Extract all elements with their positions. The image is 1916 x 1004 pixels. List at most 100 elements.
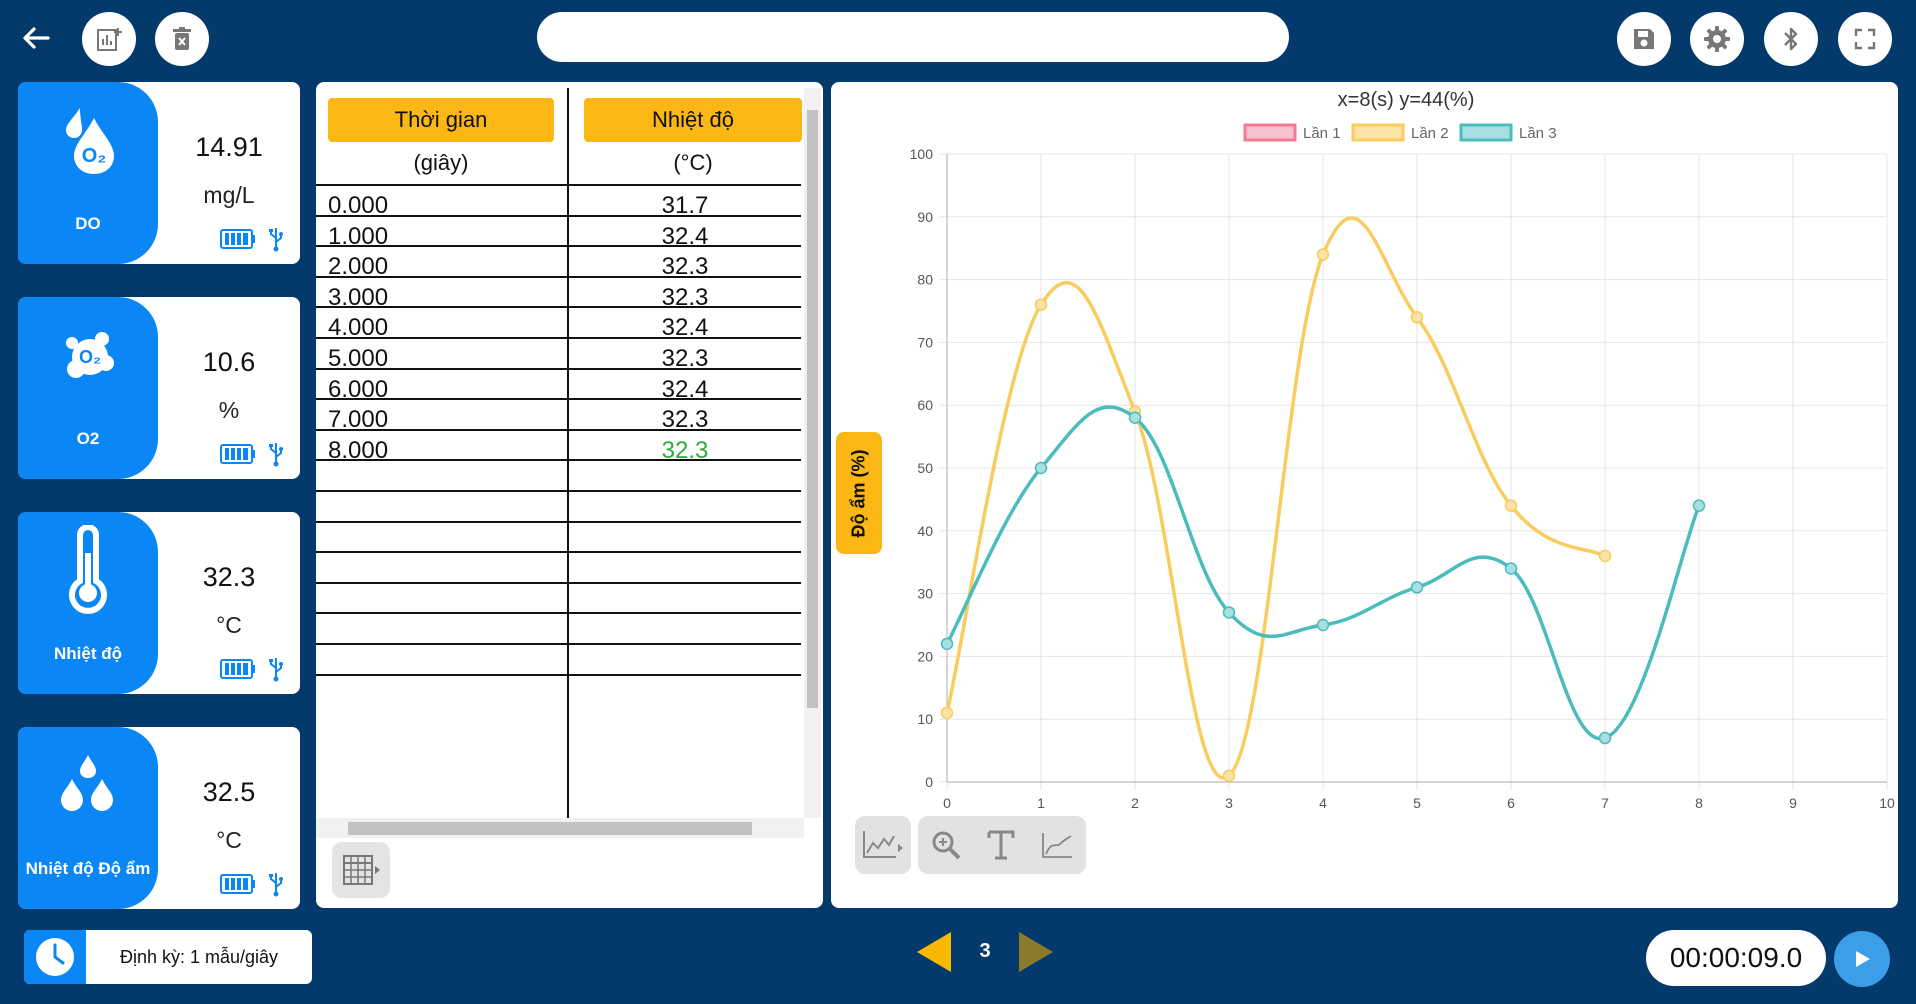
data-point[interactable]: [940, 706, 954, 720]
settings-button[interactable]: [1690, 12, 1744, 66]
data-point[interactable]: [1410, 311, 1424, 324]
sensor-value: 10.6: [202, 347, 256, 377]
svg-text:O₂: O₂: [79, 347, 101, 367]
y-tick-label: 30: [917, 586, 933, 602]
sensor-card-header: O₂ O2: [18, 297, 158, 479]
battery-icon: [220, 659, 255, 679]
start-button[interactable]: [1834, 931, 1890, 987]
table-options-button[interactable]: [332, 842, 390, 898]
usb-icon: [269, 228, 283, 252]
x-tick-label: 6: [1507, 795, 1515, 811]
data-point[interactable]: [1128, 411, 1142, 425]
sensor-unit: %: [218, 397, 240, 423]
y-axis-label: Độ ẩm (%): [848, 448, 869, 538]
data-point[interactable]: [1410, 581, 1424, 594]
legend-label[interactable]: Lần 2: [1411, 125, 1449, 142]
delete-icon: [173, 27, 191, 50]
line-chart-icon: [863, 831, 903, 858]
battery-icon: [220, 874, 255, 894]
thermometer-icon: [69, 525, 107, 614]
next-page-arrow-icon[interactable]: [1015, 930, 1055, 974]
sensor-card-do[interactable]: O₂ DO 14.91 mg/L: [18, 82, 300, 264]
data-point[interactable]: [1598, 549, 1612, 563]
data-point[interactable]: [1222, 769, 1236, 782]
x-tick-label: 0: [943, 795, 951, 811]
fullscreen-button[interactable]: [1838, 12, 1892, 66]
sampling-interval-label: Định kỳ: 1 mẫu/giây: [119, 946, 279, 967]
data-point[interactable]: [1598, 731, 1612, 745]
chart-tools-group: [918, 816, 1086, 874]
sensor-unit: °C: [216, 827, 242, 853]
data-point[interactable]: [1692, 499, 1706, 512]
data-table-panel: Thời gian (giây) Nhiệt độ (°C) 0.000 31.7…: [316, 82, 823, 908]
usb-icon: [269, 443, 283, 467]
column-divider: [567, 88, 569, 822]
curve-fit-icon[interactable]: [1040, 830, 1074, 860]
add-chart-button[interactable]: [82, 12, 136, 66]
data-point[interactable]: [1034, 298, 1048, 311]
legend-label[interactable]: Lần 1: [1303, 125, 1341, 142]
data-point[interactable]: [1222, 606, 1236, 619]
clock-icon: [36, 938, 74, 976]
legend-swatch[interactable]: [1459, 123, 1513, 142]
zoom-icon[interactable]: [930, 829, 962, 861]
usb-icon: [269, 658, 283, 682]
legend-label[interactable]: Lần 3: [1519, 125, 1557, 142]
column-header-temperature[interactable]: Nhiệt độ: [584, 98, 802, 142]
data-point[interactable]: [940, 637, 954, 651]
bluetooth-icon: [1784, 27, 1798, 51]
data-point[interactable]: [1504, 562, 1518, 575]
add-chart-icon: [97, 28, 122, 51]
y-tick-label: 0: [925, 774, 933, 790]
chart-title: x=8(s) y=44(%): [1338, 89, 1475, 111]
humidity-drops-icon: [61, 755, 113, 811]
chart-type-button[interactable]: [855, 816, 911, 874]
previous-page-arrow-icon[interactable]: [915, 930, 955, 974]
elapsed-timer: 00:00:09.0: [1646, 930, 1826, 986]
usb-icon: [269, 873, 283, 897]
legend-swatch[interactable]: [1243, 123, 1297, 142]
sampling-interval-button[interactable]: Định kỳ: 1 mẫu/giây: [24, 930, 312, 984]
x-tick-label: 2: [1131, 795, 1139, 811]
column-header-time[interactable]: Thời gian: [328, 98, 554, 142]
line-chart[interactable]: 0102030405060708090100012345678910(s)x=8…: [831, 82, 1898, 812]
x-tick-label: 4: [1319, 795, 1327, 811]
y-tick-label: 20: [917, 648, 933, 664]
fullscreen-icon: [1854, 28, 1876, 50]
sensor-card-humidity-temperature[interactable]: Nhiệt độ Độ ẩm 32.5 °C: [18, 727, 300, 909]
experiment-title-input[interactable]: [537, 12, 1289, 62]
x-tick-label: 8: [1695, 795, 1703, 811]
y-axis-label-box[interactable]: Độ ẩm (%): [836, 432, 882, 554]
table-grid-icon: [343, 855, 380, 885]
x-tick-label: 3: [1225, 795, 1233, 811]
y-tick-label: 70: [917, 334, 933, 350]
sensor-card-header: Nhiệt độ: [18, 512, 158, 694]
sensor-card-temperature[interactable]: Nhiệt độ 32.3 °C: [18, 512, 300, 694]
sensor-value: 32.5: [202, 777, 256, 807]
delete-button[interactable]: [155, 12, 209, 66]
data-point[interactable]: [1034, 461, 1048, 475]
sensor-name: O2: [76, 429, 100, 448]
save-icon: [1634, 29, 1654, 49]
bluetooth-button[interactable]: [1764, 12, 1818, 66]
data-point[interactable]: [1504, 499, 1518, 512]
horizontal-scrollbar[interactable]: [316, 818, 804, 838]
sensor-card-o2[interactable]: O₂ O2 10.6 %: [18, 297, 300, 479]
vertical-scrollbar[interactable]: [804, 88, 821, 818]
battery-icon: [220, 229, 255, 249]
sensor-value: 32.3: [202, 562, 256, 592]
column-unit-time: (giây): [413, 150, 469, 175]
legend-swatch[interactable]: [1351, 123, 1405, 142]
sensor-unit: °C: [216, 612, 242, 638]
data-point[interactable]: [1316, 248, 1330, 261]
page-number: 3: [979, 940, 991, 962]
back-arrow-icon[interactable]: [18, 22, 54, 54]
save-button[interactable]: [1617, 12, 1671, 66]
y-tick-label: 80: [917, 272, 933, 288]
text-annotation-icon[interactable]: [985, 828, 1017, 862]
scrollbar-thumb[interactable]: [348, 822, 752, 835]
scrollbar-thumb[interactable]: [807, 110, 818, 708]
x-tick-label: 9: [1789, 795, 1797, 811]
table-row[interactable]: [316, 673, 801, 711]
data-point[interactable]: [1316, 618, 1330, 632]
